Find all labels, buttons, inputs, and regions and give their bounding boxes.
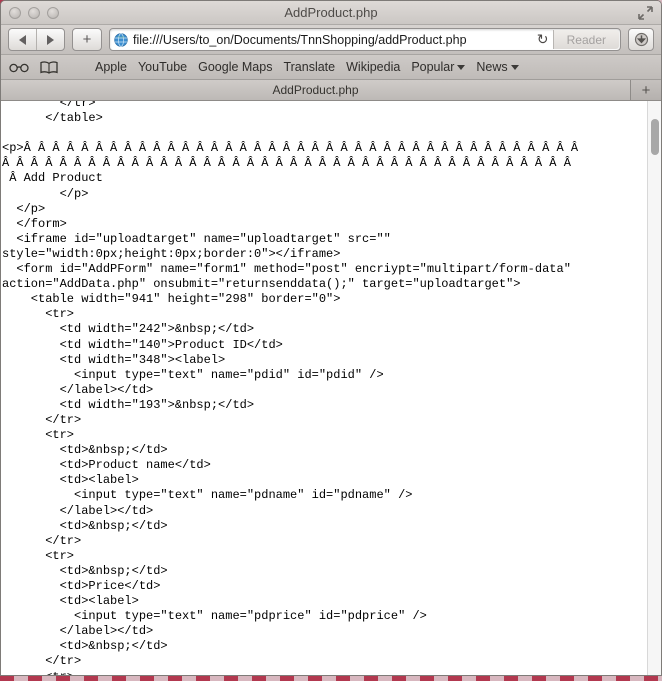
bookmarks-bar: Apple YouTube Google Maps Translate Wiki…	[1, 55, 661, 80]
forward-button[interactable]	[36, 29, 64, 50]
bookmark-label: YouTube	[137, 60, 188, 74]
bookmark-google-maps[interactable]: Google Maps	[198, 60, 272, 74]
bookmark-label: Translate	[283, 60, 336, 74]
bookmark-translate[interactable]: Translate	[283, 60, 335, 74]
sidebar-toggle-button[interactable]: +	[72, 28, 102, 51]
address-bar[interactable]: file:///Users/to_on/Documents/TnnShoppin…	[109, 28, 621, 51]
vertical-scrollbar[interactable]	[647, 101, 661, 675]
screen: AddProduct.php + file:///Users/to_on/Doc…	[0, 0, 662, 681]
chevron-down-icon	[457, 64, 466, 70]
reload-icon[interactable]: ↻	[533, 31, 553, 48]
bookmark-youtube[interactable]: YouTube	[138, 60, 187, 74]
bookmark-label: Apple	[95, 60, 127, 74]
plus-icon: +	[82, 31, 92, 48]
url-text[interactable]: file:///Users/to_on/Documents/TnnShoppin…	[128, 33, 533, 47]
bookmarks-book-icon[interactable]	[40, 60, 58, 74]
vertical-scrollbar-thumb[interactable]	[651, 119, 659, 155]
bookmark-label: News	[476, 60, 508, 74]
new-tab-button[interactable]: +	[631, 80, 661, 100]
globe-favicon-icon	[114, 32, 128, 47]
navigation-buttons	[8, 28, 65, 51]
bookmark-label: Google Maps	[198, 60, 273, 74]
bookmark-label: Wikipedia	[346, 60, 401, 74]
bookmark-apple[interactable]: Apple	[95, 60, 127, 74]
page-source-text: </tr> </table> <p>Â Â Â Â Â Â Â Â Â Â Â …	[2, 101, 579, 675]
title-bar: AddProduct.php	[1, 1, 661, 25]
browser-toolbar: + file:///Users/to_on/Documents/TnnShopp…	[1, 25, 661, 55]
tab-bar: AddProduct.php +	[1, 80, 661, 101]
bookmark-folder-news[interactable]: News	[476, 60, 519, 74]
bookmark-wikipedia[interactable]: Wikipedia	[346, 60, 400, 74]
download-icon	[634, 32, 648, 47]
top-sites-grid-icon[interactable]	[69, 60, 84, 75]
back-button[interactable]	[9, 29, 36, 50]
window-title: AddProduct.php	[284, 5, 378, 20]
browser-window: AddProduct.php + file:///Users/to_on/Doc…	[0, 0, 662, 676]
fullscreen-icon[interactable]	[638, 6, 653, 20]
reader-button[interactable]: Reader	[552, 30, 619, 49]
plus-icon: +	[641, 81, 651, 99]
chevron-left-icon	[19, 34, 26, 45]
bookmark-folder-popular[interactable]: Popular	[411, 60, 466, 74]
downloads-button[interactable]	[628, 28, 654, 51]
bookmark-label: Popular	[411, 60, 455, 74]
tab-addproduct[interactable]: AddProduct.php	[1, 80, 631, 100]
tab-label: AddProduct.php	[272, 83, 359, 97]
page-viewport: </tr> </table> <p>Â Â Â Â Â Â Â Â Â Â Â …	[1, 101, 661, 675]
chevron-right-icon	[47, 34, 54, 45]
chevron-down-icon	[510, 64, 519, 70]
reading-list-glasses-icon[interactable]	[9, 62, 29, 73]
